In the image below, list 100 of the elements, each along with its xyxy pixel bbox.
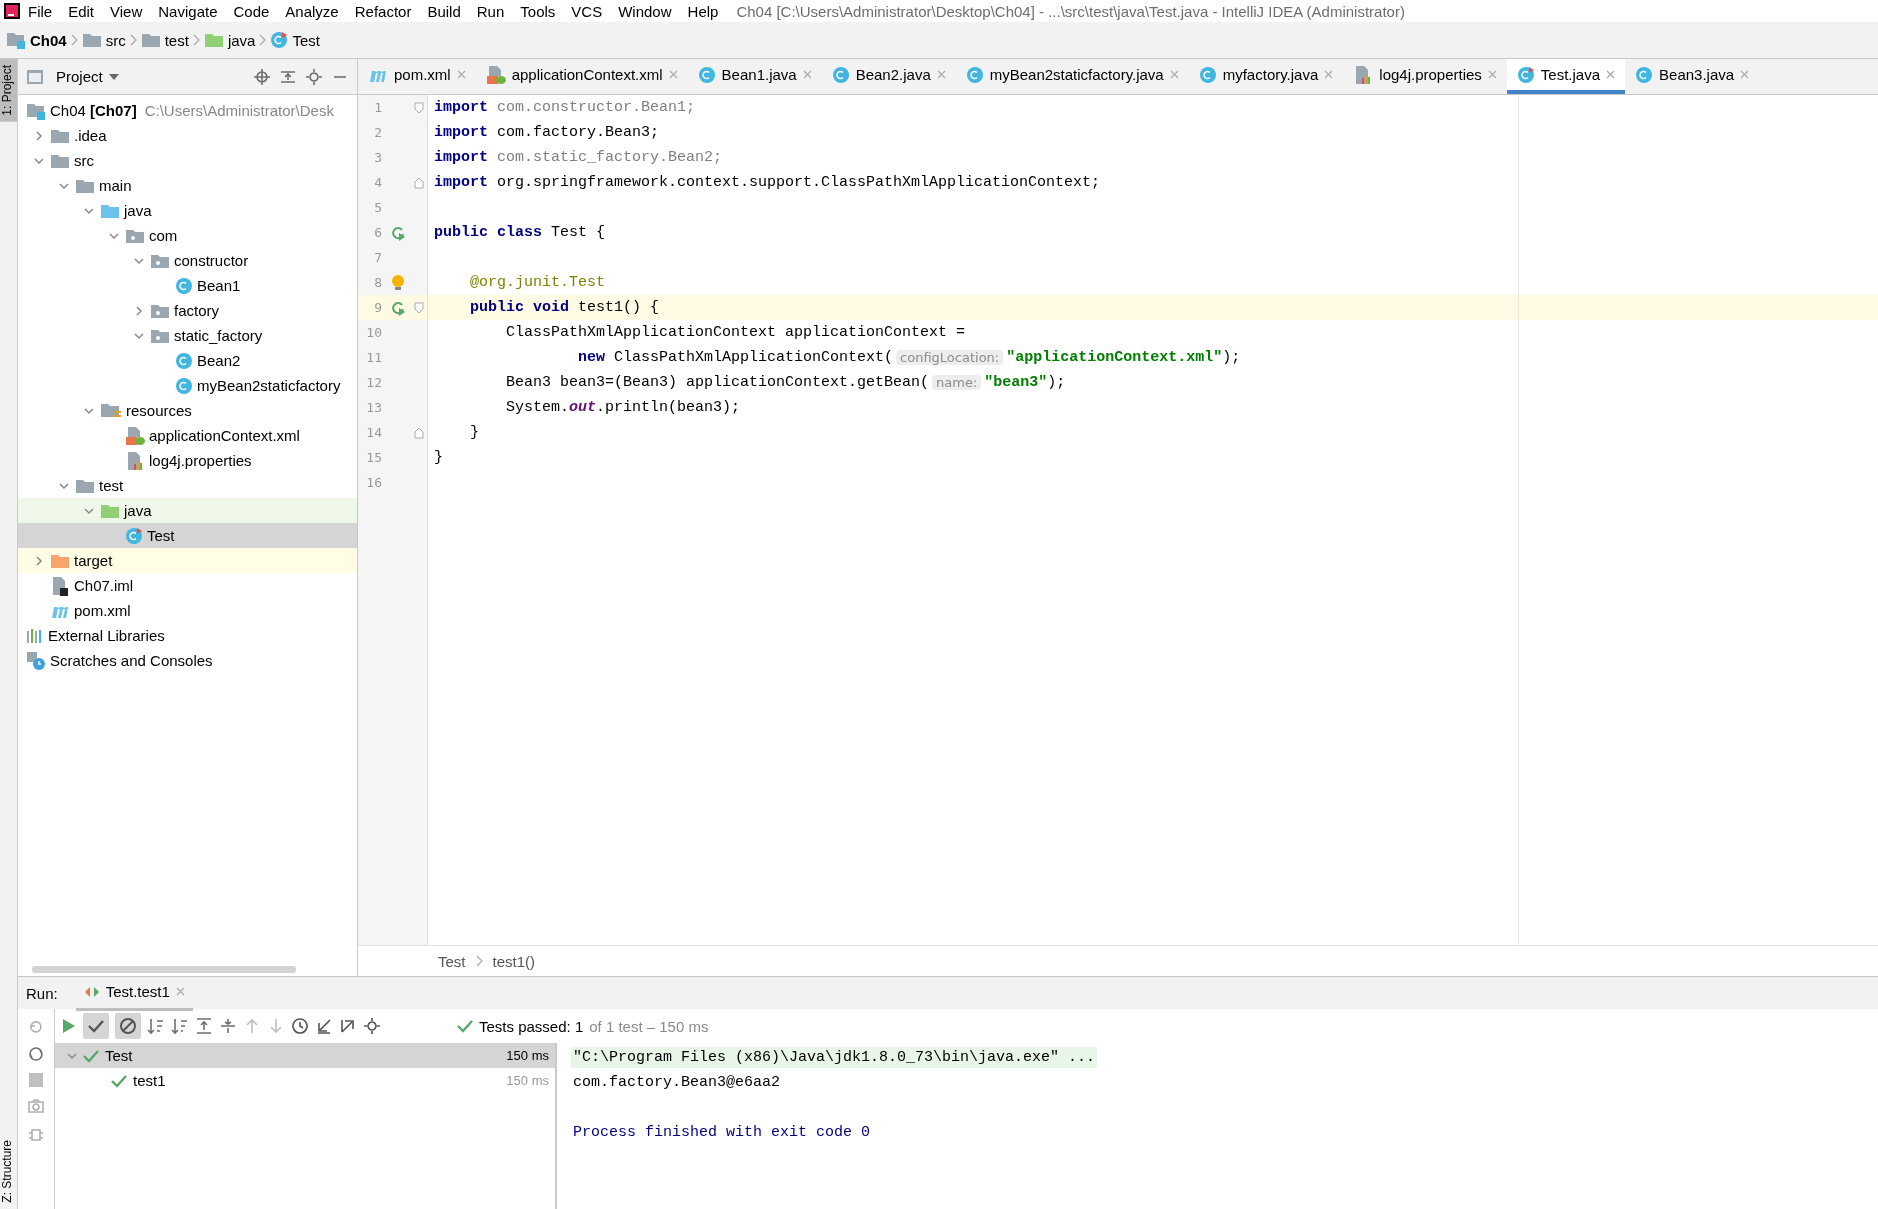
menu-item[interactable]: Window xyxy=(610,2,680,20)
menu-item[interactable]: Tools xyxy=(512,2,564,20)
menu-item[interactable]: Code xyxy=(225,2,278,20)
window-title: Ch04 [C:\Users\Administrator\Desktop\Ch04] - ...\src\test\java\Test.java - IntelliJ IDEA (Administrator) xyxy=(736,2,1405,20)
project-tool-tab[interactable]: 1: Project xyxy=(0,59,17,122)
history-icon[interactable] xyxy=(291,1017,309,1035)
run-tab[interactable]: Test.test1 xyxy=(75,975,193,1011)
chevron-right-icon[interactable] xyxy=(33,554,45,567)
line-number: 4 xyxy=(373,175,382,190)
editor-tab[interactable]: pom.xml xyxy=(358,59,476,94)
line-number: 6 xyxy=(373,225,382,240)
editor-tab[interactable]: applicationContext.xml xyxy=(475,59,688,94)
show-passed-toggle[interactable] xyxy=(83,1013,109,1039)
editor-tab[interactable]: log4j.properties xyxy=(1343,59,1507,94)
export-icon[interactable] xyxy=(339,1017,357,1035)
editor-tab[interactable]: Bean3.java xyxy=(1625,59,1760,94)
navigation-crumb[interactable]: src xyxy=(77,31,130,49)
close-icon[interactable] xyxy=(1169,70,1179,79)
tree-row[interactable]: Ch07.iml xyxy=(18,573,357,598)
menu-item[interactable]: Refactor xyxy=(346,2,420,20)
collapse-all-icon[interactable] xyxy=(219,1017,237,1035)
toggle-auto-test-icon[interactable] xyxy=(27,1045,45,1063)
locate-icon[interactable] xyxy=(253,67,271,86)
tree-row[interactable]: Ch04 [Ch07] C:\Users\Administrator\Desk xyxy=(18,98,357,123)
test-row[interactable]: test1 150 ms xyxy=(55,1068,555,1093)
fold-icon[interactable] xyxy=(414,301,424,314)
menu-item[interactable]: VCS xyxy=(563,2,611,20)
camera-icon[interactable] xyxy=(27,1097,45,1115)
menu-item[interactable]: Help xyxy=(679,2,727,20)
settings-icon[interactable] xyxy=(305,67,323,86)
tree-row[interactable]: pom.xml xyxy=(18,598,357,623)
structure-tool-tab[interactable]: Z: Structure xyxy=(0,1134,17,1209)
close-icon[interactable] xyxy=(668,70,678,79)
menu-item[interactable]: Run xyxy=(468,2,513,20)
tree-row[interactable]: applicationContext.xml xyxy=(18,423,357,448)
editor-tab[interactable]: myfactory.java xyxy=(1188,59,1344,94)
close-icon[interactable] xyxy=(1606,70,1616,79)
scrollbar-thumb[interactable] xyxy=(32,965,296,973)
editor-tab[interactable]: Bean2.java xyxy=(821,59,956,94)
tree-row[interactable]: main xyxy=(18,173,357,198)
close-icon[interactable] xyxy=(802,70,812,79)
run-test-icon[interactable] xyxy=(390,299,406,316)
class-icon xyxy=(175,351,193,370)
menu-item[interactable]: Edit xyxy=(60,2,103,20)
chevron-right-icon[interactable] xyxy=(133,304,145,317)
editor-tab[interactable]: Test.java xyxy=(1506,59,1626,94)
navigation-crumb[interactable]: Test xyxy=(266,31,324,49)
menu-item[interactable]: Analyze xyxy=(277,2,347,20)
expand-all-icon[interactable] xyxy=(195,1017,213,1035)
run-test-icon[interactable] xyxy=(390,224,406,241)
close-icon[interactable] xyxy=(936,70,946,79)
fold-icon[interactable] xyxy=(414,426,424,439)
tree-row[interactable]: java xyxy=(18,198,357,223)
editor-breadcrumb[interactable]: test1() xyxy=(492,952,536,970)
tree-row[interactable]: Bean1 xyxy=(18,273,357,298)
show-ignored-toggle[interactable] xyxy=(115,1013,141,1039)
navigation-crumb[interactable]: java xyxy=(199,31,260,49)
tree-row[interactable]: log4j.properties xyxy=(18,448,357,473)
tree-row[interactable]: .idea xyxy=(18,123,357,148)
menu-item[interactable]: Navigate xyxy=(150,2,226,20)
editor-breadcrumb[interactable]: Test xyxy=(438,952,466,970)
tree-row[interactable]: com xyxy=(18,223,357,248)
tree-row[interactable]: resources xyxy=(18,398,357,423)
bulb-icon[interactable] xyxy=(391,273,405,292)
next-icon[interactable] xyxy=(267,1017,285,1035)
menu-item[interactable]: File xyxy=(20,2,61,20)
import-icon[interactable] xyxy=(315,1017,333,1035)
project-view-dropdown[interactable]: Project xyxy=(52,68,123,85)
close-icon[interactable] xyxy=(175,987,185,996)
folder-icon xyxy=(203,32,224,48)
tree-row[interactable]: External Libraries xyxy=(18,623,357,648)
chevron-right-icon[interactable] xyxy=(33,129,45,142)
tree-row[interactable]: constructor xyxy=(18,248,357,273)
tree-row[interactable]: myBean2staticfactory xyxy=(18,373,357,398)
close-icon[interactable] xyxy=(1740,70,1750,79)
sort-duration-icon[interactable] xyxy=(171,1017,189,1035)
editor-tab[interactable]: Bean1.java xyxy=(687,59,822,94)
tree-row[interactable]: target xyxy=(18,548,357,573)
navigation-crumb[interactable]: test xyxy=(136,31,193,49)
tree-row[interactable]: Test xyxy=(18,523,357,548)
settings-icon[interactable] xyxy=(363,1017,381,1035)
close-icon[interactable] xyxy=(1487,70,1497,79)
tree-row[interactable]: Scratches and Consoles xyxy=(18,648,357,673)
close-icon[interactable] xyxy=(456,70,466,79)
navigation-crumb[interactable]: Ch04 xyxy=(2,31,71,49)
fold-icon[interactable] xyxy=(414,176,424,189)
sort-alpha-icon[interactable] xyxy=(147,1017,165,1035)
test-row[interactable]: Test 150 ms xyxy=(55,1043,555,1068)
tree-row[interactable]: factory xyxy=(18,298,357,323)
menu-item[interactable]: View xyxy=(102,2,151,20)
editor-tab[interactable]: myBean2staticfactory.java xyxy=(955,59,1189,94)
fold-icon[interactable] xyxy=(414,101,424,114)
tree-row[interactable]: Bean2 xyxy=(18,348,357,373)
close-icon[interactable] xyxy=(1324,70,1334,79)
tree-item-label: pom.xml xyxy=(74,602,131,619)
tree-row[interactable]: src xyxy=(18,148,357,173)
tree-row[interactable]: java xyxy=(18,498,357,523)
tree-row[interactable]: static_factory xyxy=(18,323,357,348)
menu-item[interactable]: Build xyxy=(419,2,469,20)
tree-row[interactable]: test xyxy=(18,473,357,498)
